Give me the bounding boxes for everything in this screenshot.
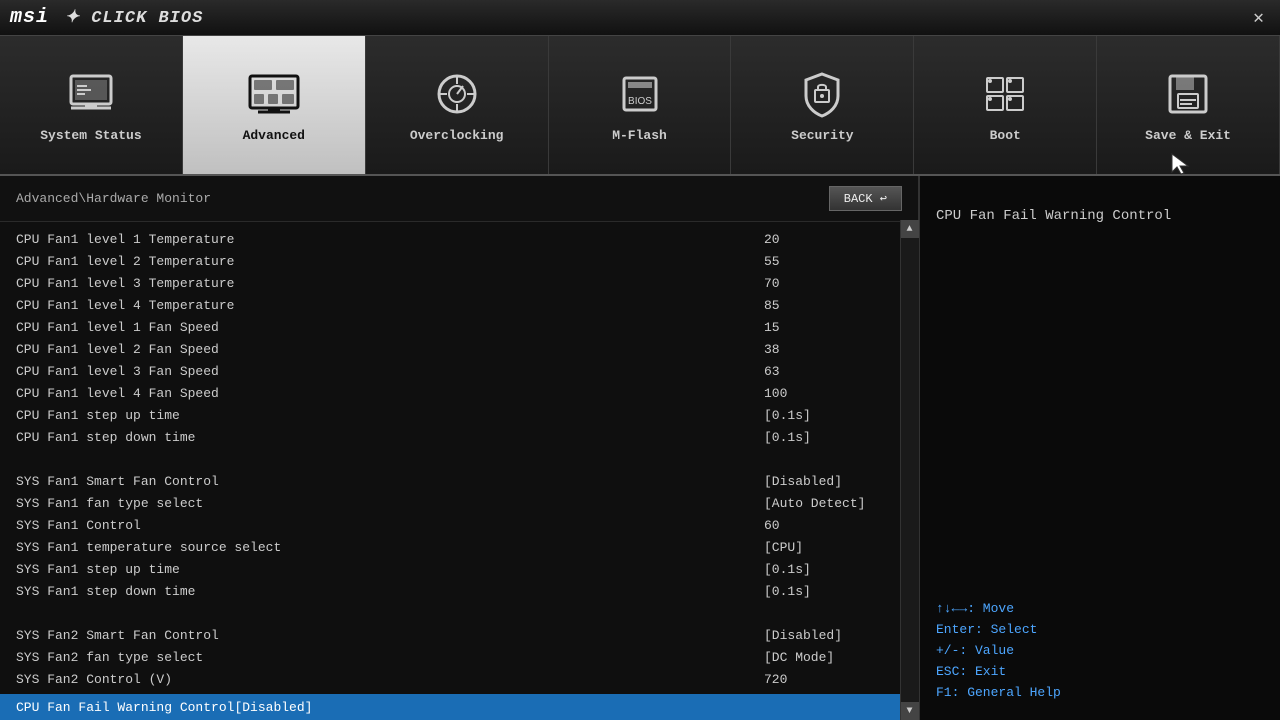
nav-security[interactable]: Security	[731, 36, 914, 174]
list-item[interactable]: SYS Fan1 Control 60	[0, 514, 900, 536]
boot-icon	[979, 68, 1031, 120]
list-item-spacer	[0, 602, 900, 624]
list-item[interactable]: CPU Fan1 level 1 Temperature 20	[0, 228, 900, 250]
app-logo: msi ✦ CLICK BIOS	[10, 6, 203, 29]
highlighted-setting-value: [Disabled]	[234, 700, 354, 715]
nav-m-flash[interactable]: BIOS M-Flash	[549, 36, 732, 174]
nav-boot-label: Boot	[990, 128, 1021, 143]
key-value: +/-: Value	[936, 643, 1264, 658]
advanced-icon	[248, 68, 300, 120]
nav-overclocking-label: Overclocking	[410, 128, 504, 143]
list-item[interactable]: SYS Fan1 temperature source select [CPU]	[0, 536, 900, 558]
list-item[interactable]: SYS Fan2 Smart Fan Control [Disabled]	[0, 624, 900, 646]
overclocking-icon	[431, 68, 483, 120]
key-help-general: F1: General Help	[936, 685, 1264, 700]
list-item[interactable]: CPU Fan1 level 2 Temperature 55	[0, 250, 900, 272]
m-flash-icon: BIOS	[614, 68, 666, 120]
nav-m-flash-label: M-Flash	[612, 128, 667, 143]
nav-boot[interactable]: Boot	[914, 36, 1097, 174]
list-item[interactable]: CPU Fan1 level 3 Fan Speed 63	[0, 360, 900, 382]
svg-text:BIOS: BIOS	[628, 96, 652, 107]
list-item[interactable]: CPU Fan1 level 1 Fan Speed 15	[0, 316, 900, 338]
system-status-icon	[65, 68, 117, 120]
list-item[interactable]: CPU Fan1 level 4 Fan Speed 100	[0, 382, 900, 404]
list-item[interactable]: CPU Fan1 step up time [0.1s]	[0, 404, 900, 426]
nav-overclocking[interactable]: Overclocking	[366, 36, 549, 174]
content-area: Advanced\Hardware Monitor BACK ↩ CPU Fan…	[0, 176, 1280, 720]
list-item[interactable]: SYS Fan2 fan type select [DC Mode]	[0, 646, 900, 668]
highlighted-setting-name: CPU Fan Fail Warning Control	[16, 700, 234, 715]
right-panel: CPU Fan Fail Warning Control ↑↓←→: Move …	[920, 176, 1280, 720]
help-title: CPU Fan Fail Warning Control	[936, 206, 1264, 227]
list-item[interactable]: SYS Fan2 Control (V) 720	[0, 668, 900, 690]
list-item[interactable]: SYS Fan1 fan type select [Auto Detect]	[0, 492, 900, 514]
list-item[interactable]: SYS Fan1 step down time [0.1s]	[0, 580, 900, 602]
left-panel: Advanced\Hardware Monitor BACK ↩ CPU Fan…	[0, 176, 920, 720]
scroll-up-button[interactable]: ▲	[901, 220, 919, 238]
highlighted-row[interactable]: CPU Fan Fail Warning Control [Disabled]	[0, 694, 900, 720]
scroll-track	[901, 238, 919, 720]
settings-list: CPU Fan1 level 1 Temperature 20 CPU Fan1…	[0, 222, 918, 720]
nav-security-label: Security	[791, 128, 853, 143]
list-item[interactable]: CPU Fan1 level 2 Fan Speed 38	[0, 338, 900, 360]
key-help: ↑↓←→: Move Enter: Select +/-: Value ESC:…	[936, 601, 1264, 700]
scrollbar[interactable]: ▲ ▼	[900, 220, 918, 720]
list-item[interactable]: SYS Fan1 Smart Fan Control [Disabled]	[0, 470, 900, 492]
navbar: System Status Advanced	[0, 36, 1280, 176]
save-exit-icon	[1162, 68, 1214, 120]
key-exit: ESC: Exit	[936, 664, 1264, 679]
back-button[interactable]: BACK ↩	[829, 186, 902, 211]
nav-system-status[interactable]: System Status	[0, 36, 183, 174]
breadcrumb-bar: Advanced\Hardware Monitor BACK ↩	[0, 176, 918, 222]
msi-text: msi	[10, 6, 49, 29]
list-item[interactable]: CPU Fan1 level 3 Temperature 70	[0, 272, 900, 294]
list-item-spacer	[0, 448, 900, 470]
list-item[interactable]: SYS Fan1 step up time [0.1s]	[0, 558, 900, 580]
nav-system-status-label: System Status	[40, 128, 141, 143]
product-name: ✦ CLICK BIOS	[65, 9, 203, 28]
security-icon	[796, 68, 848, 120]
key-select: Enter: Select	[936, 622, 1264, 637]
close-button[interactable]: ✕	[1247, 5, 1270, 31]
titlebar: msi ✦ CLICK BIOS ✕	[0, 0, 1280, 36]
nav-advanced[interactable]: Advanced	[183, 36, 366, 174]
scroll-down-button[interactable]: ▼	[901, 702, 919, 720]
breadcrumb: Advanced\Hardware Monitor	[16, 191, 211, 206]
list-item[interactable]: CPU Fan1 level 4 Temperature 85	[0, 294, 900, 316]
nav-save-exit-label: Save & Exit	[1145, 128, 1231, 143]
nav-advanced-label: Advanced	[243, 128, 305, 143]
key-move: ↑↓←→: Move	[936, 601, 1264, 616]
list-item[interactable]: CPU Fan1 step down time [0.1s]	[0, 426, 900, 448]
nav-save-exit[interactable]: Save & Exit	[1097, 36, 1280, 174]
